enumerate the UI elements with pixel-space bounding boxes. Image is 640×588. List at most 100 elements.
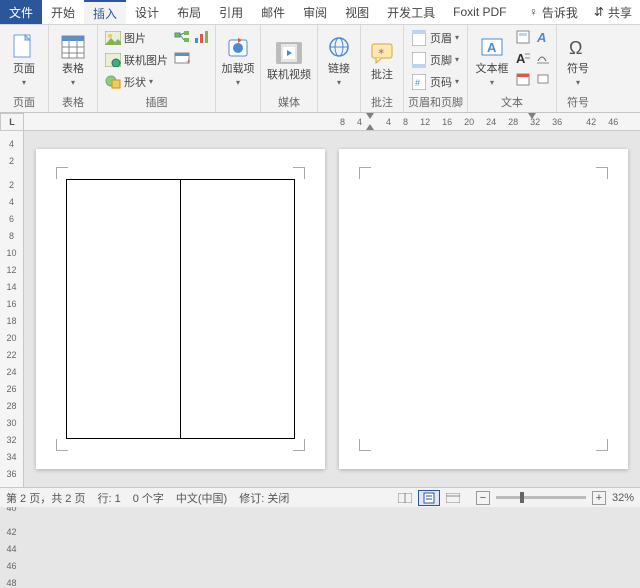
- page-2[interactable]: [339, 149, 628, 469]
- status-words[interactable]: 0 个字: [133, 490, 164, 506]
- links-button[interactable]: 链接 ▾: [322, 27, 356, 93]
- status-language[interactable]: 中文(中国): [176, 490, 227, 506]
- smartart-button[interactable]: [173, 27, 191, 47]
- status-track-changes[interactable]: 修订: 关闭: [239, 490, 289, 506]
- chart-button[interactable]: [193, 27, 211, 47]
- tab-mailings[interactable]: 邮件: [252, 0, 294, 24]
- group-pages-label: 页面: [13, 94, 35, 110]
- group-illustrations-label: 插图: [146, 94, 168, 110]
- crop-mark: [293, 167, 305, 179]
- object-icon: [536, 72, 550, 86]
- tell-me[interactable]: ♀ 告诉我: [521, 0, 586, 24]
- print-layout-button[interactable]: [418, 490, 440, 506]
- svg-text:A: A: [487, 40, 497, 55]
- signature-button[interactable]: [534, 48, 552, 68]
- tab-view[interactable]: 视图: [336, 0, 378, 24]
- screenshot-button[interactable]: +: [173, 48, 191, 68]
- wordart-button[interactable]: A: [534, 27, 552, 47]
- zoom-out-button[interactable]: −: [476, 491, 490, 505]
- quick-parts-button[interactable]: [514, 27, 532, 47]
- group-hf-label: 页眉和页脚: [408, 94, 463, 110]
- header-icon: [411, 30, 427, 46]
- table-button[interactable]: 表格 ▾: [53, 27, 93, 93]
- textbox-button[interactable]: A 文本框 ▾: [472, 27, 512, 93]
- picture-button[interactable]: 图片: [102, 27, 171, 48]
- indent-marker-bottom[interactable]: [366, 113, 374, 119]
- svg-text:✶: ✶: [377, 47, 385, 58]
- tab-foxit[interactable]: Foxit PDF: [444, 0, 515, 24]
- lightbulb-icon: ♀: [529, 5, 538, 19]
- horizontal-ruler[interactable]: 8448121620242832364246: [24, 113, 640, 131]
- vertical-ruler[interactable]: 4224681012141618202224262830323436384042…: [0, 131, 24, 487]
- footer-button[interactable]: 页脚▾: [408, 49, 462, 70]
- tab-file[interactable]: 文件: [0, 0, 42, 24]
- tab-references[interactable]: 引用: [210, 0, 252, 24]
- symbol-button[interactable]: Ω 符号 ▾: [561, 27, 595, 93]
- header-button[interactable]: 页眉▾: [408, 27, 462, 48]
- object-button[interactable]: [534, 69, 552, 89]
- zoom-control: − + 32%: [476, 491, 634, 505]
- page-number-button[interactable]: #页码▾: [408, 71, 462, 92]
- shapes-icon: [105, 74, 121, 90]
- tab-review[interactable]: 审阅: [294, 0, 336, 24]
- status-line[interactable]: 行: 1: [97, 490, 120, 506]
- svg-text:+: +: [186, 57, 190, 65]
- pages-button[interactable]: 页面 ▾: [4, 27, 44, 93]
- chevron-down-icon: ▾: [576, 78, 580, 87]
- chevron-down-icon: ▾: [455, 33, 459, 42]
- chevron-down-icon: ▾: [71, 78, 75, 87]
- ribbon-insert: 页面 ▾ 页面 表格 ▾ 表格 图片 联机图片 形状▾: [0, 25, 640, 113]
- online-picture-button[interactable]: 联机图片: [102, 49, 171, 70]
- chevron-down-icon: ▾: [455, 55, 459, 64]
- group-symbols: Ω 符号 ▾ 符号: [557, 25, 599, 112]
- document-area[interactable]: [24, 131, 640, 487]
- table-object[interactable]: [66, 179, 295, 439]
- read-mode-button[interactable]: [394, 490, 416, 506]
- tab-devtools[interactable]: 开发工具: [378, 0, 444, 24]
- right-indent-marker[interactable]: [528, 113, 536, 119]
- share-label: 共享: [608, 4, 632, 21]
- page-1[interactable]: [36, 149, 325, 469]
- dropcap-button[interactable]: A: [514, 48, 532, 68]
- vruler-marks: 4224681012141618202224262830323436384042…: [0, 139, 23, 588]
- crop-mark: [293, 439, 305, 451]
- tell-me-label: 告诉我: [542, 4, 578, 21]
- page-number-label: 页码: [430, 74, 452, 90]
- chevron-down-icon: ▾: [490, 78, 494, 87]
- share-button[interactable]: ⇵ 共享: [586, 0, 640, 24]
- table-label: 表格: [62, 63, 84, 75]
- group-header-footer: 页眉▾ 页脚▾ #页码▾ 页眉和页脚: [404, 25, 468, 112]
- zoom-level[interactable]: 32%: [612, 492, 634, 504]
- smartart-icon: [174, 30, 190, 44]
- svg-text:A: A: [516, 51, 526, 65]
- menu-bar: 文件 开始 插入 设计 布局 引用 邮件 审阅 视图 开发工具 Foxit PD…: [0, 0, 640, 25]
- tab-layout[interactable]: 布局: [168, 0, 210, 24]
- chevron-down-icon: ▾: [236, 78, 240, 87]
- online-video-button[interactable]: 联机视频: [265, 27, 313, 93]
- pages-label: 页面: [13, 63, 35, 75]
- table-cell[interactable]: [181, 180, 294, 438]
- addins-button[interactable]: 加载项 ▾: [220, 27, 256, 93]
- table-cell[interactable]: [67, 180, 181, 438]
- shapes-button[interactable]: 形状▾: [102, 71, 171, 92]
- indent-marker-top[interactable]: [366, 124, 374, 130]
- comment-button[interactable]: ✶ 批注: [365, 27, 399, 93]
- tab-home[interactable]: 开始: [42, 0, 84, 24]
- group-text: A 文本框 ▾ A A 文本: [468, 25, 557, 112]
- group-symbols-label: 符号: [567, 94, 589, 110]
- tab-design[interactable]: 设计: [126, 0, 168, 24]
- link-icon: [325, 33, 353, 61]
- crop-mark: [596, 439, 608, 451]
- zoom-in-button[interactable]: +: [592, 491, 606, 505]
- web-layout-button[interactable]: [442, 490, 464, 506]
- zoom-slider[interactable]: [496, 496, 586, 499]
- ruler-corner[interactable]: L: [0, 113, 24, 131]
- zoom-thumb[interactable]: [520, 492, 524, 503]
- date-time-button[interactable]: [514, 69, 532, 89]
- links-label: 链接: [328, 63, 350, 75]
- tab-insert[interactable]: 插入: [84, 0, 126, 24]
- group-tables: 表格 ▾ 表格: [49, 25, 98, 112]
- group-illustrations: 图片 联机图片 形状▾ + 插图: [98, 25, 216, 112]
- chevron-down-icon: ▾: [455, 77, 459, 86]
- status-page[interactable]: 第 2 页，共 2 页: [6, 490, 85, 506]
